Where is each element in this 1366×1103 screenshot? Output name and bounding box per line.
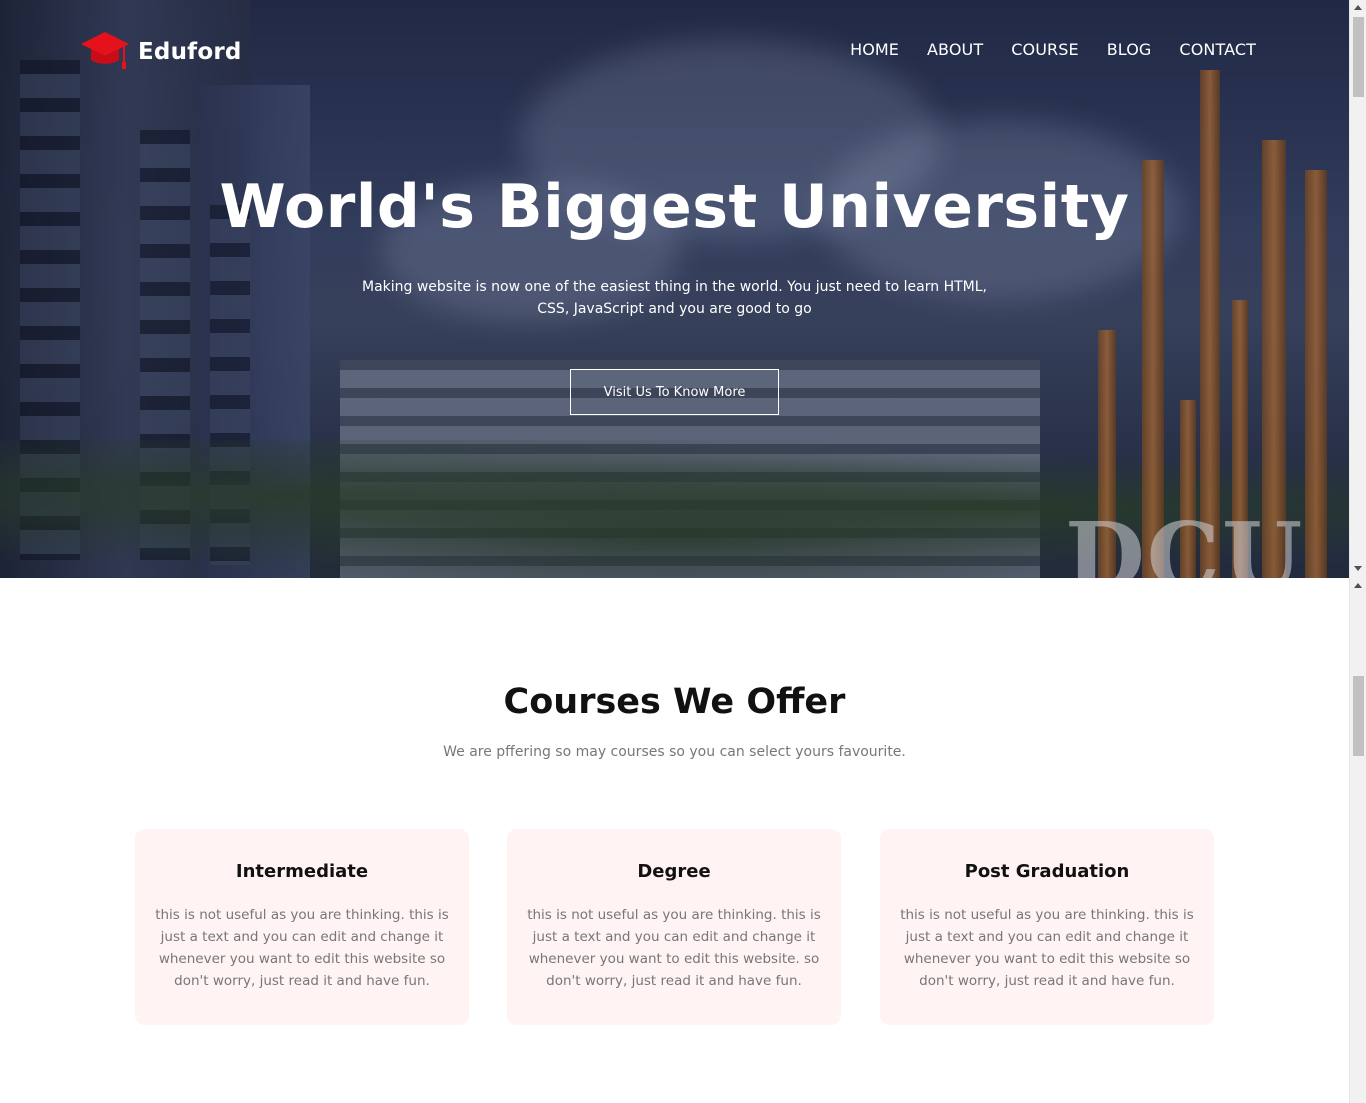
page-scrollbar-thumb[interactable] (1353, 676, 1364, 756)
hero-title: World's Biggest University (219, 172, 1130, 242)
nav-item-about[interactable]: ABOUT (927, 40, 983, 59)
hero-section: DCU Eduford HOME ABOUT COURSE BLOG CONTA… (0, 0, 1349, 578)
scroll-down-arrow-icon[interactable] (1354, 566, 1362, 571)
hero-scrollbar[interactable] (1349, 0, 1366, 578)
course-card-degree[interactable]: Degree this is not useful as you are thi… (507, 829, 841, 1025)
hero-scrollbar-thumb[interactable] (1353, 17, 1364, 97)
course-card-intermediate[interactable]: Intermediate this is not useful as you a… (135, 829, 469, 1025)
hero-subtitle: Making website is now one of the easiest… (361, 279, 987, 317)
scroll-up-arrow-icon[interactable] (1354, 5, 1362, 10)
nav-item-contact[interactable]: CONTACT (1179, 40, 1256, 59)
nav-item-blog[interactable]: BLOG (1107, 40, 1152, 59)
course-card-title: Degree (637, 861, 711, 882)
page-scrollbar[interactable] (1349, 578, 1366, 1103)
brand-name: Eduford (138, 39, 242, 65)
course-card-text: this is not useful as you are thinking. … (900, 907, 1194, 989)
nav-item-course[interactable]: COURSE (1011, 40, 1078, 59)
page-scroll-up-arrow-icon[interactable] (1354, 583, 1362, 588)
visit-us-button[interactable]: Visit Us To Know More (570, 369, 779, 415)
courses-title: Courses We Offer (503, 682, 846, 722)
course-card-text: this is not useful as you are thinking. … (527, 907, 821, 989)
course-card-title: Intermediate (235, 861, 369, 882)
course-card-title: Post Graduation (964, 861, 1130, 882)
course-card-post-graduation[interactable]: Post Graduation this is not useful as yo… (880, 829, 1214, 1025)
course-card-text: this is not useful as you are thinking. … (155, 907, 449, 989)
courses-subtitle: We are pffering so may courses so you ca… (443, 744, 906, 760)
main-nav: HOME ABOUT COURSE BLOG CONTACT (850, 40, 1256, 59)
graduation-cap-icon (80, 28, 130, 76)
dcu-sign: DCU (1065, 502, 1305, 578)
nav-item-home[interactable]: HOME (850, 40, 899, 59)
logo-link[interactable]: Eduford (80, 28, 242, 76)
